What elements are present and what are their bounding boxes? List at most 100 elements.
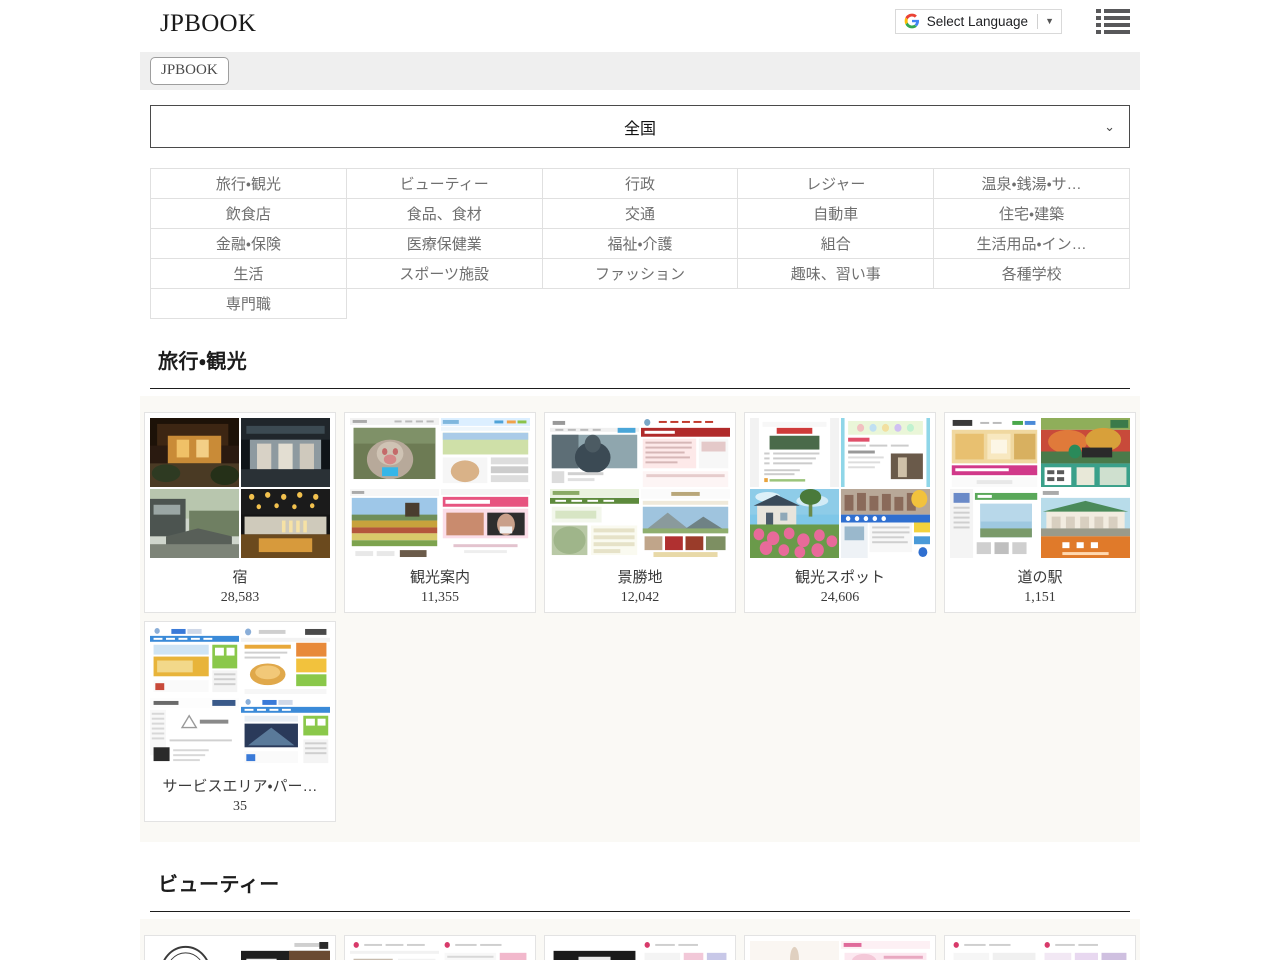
section-travel: 旅行・観光: [140, 345, 1140, 842]
category-cell[interactable]: 組合: [738, 229, 934, 259]
card-label: 景勝地: [617, 566, 662, 587]
category-cell[interactable]: レジャー: [738, 169, 934, 199]
site-header: JPBOOK Select Language ▼: [0, 0, 1280, 42]
category-cell-empty: [934, 289, 1130, 319]
category-cell[interactable]: 医療保健業: [346, 229, 542, 259]
screenshot-beauty-catalog-site: [641, 941, 730, 960]
category-cell[interactable]: 行政: [542, 169, 738, 199]
main-content: 全国 ⌄ 旅行・観光 ビューティー 行政 レジャー 温泉・銭湯・サ… 飲食店 食…: [140, 90, 1140, 960]
screenshot-product-site: [950, 418, 1039, 487]
list-item[interactable]: [944, 935, 1136, 960]
category-cell-empty: [346, 289, 542, 319]
category-cell[interactable]: 住宅・建築: [934, 199, 1130, 229]
page-title: 旅行・観光: [158, 351, 247, 373]
screenshot-pink-shop-site: [441, 941, 530, 960]
list-item[interactable]: 観光案内 11,355: [344, 412, 536, 613]
screenshot-sapa-site-1: [150, 627, 239, 696]
card-count: 35: [233, 799, 247, 815]
thumbnail-tile: [950, 418, 1039, 487]
category-cell[interactable]: 交通: [542, 199, 738, 229]
table-row: 飲食店 食品、食材 交通 自動車 住宅・建築: [151, 199, 1130, 229]
list-item[interactable]: 観光スポット 24,606: [744, 412, 936, 613]
category-cell[interactable]: 食品、食材: [346, 199, 542, 229]
thumbnail-tile: [641, 418, 730, 487]
card-count: 1,151: [1024, 590, 1056, 606]
category-cell[interactable]: 生活用品・イン…: [934, 229, 1130, 259]
breadcrumb-item-jpbook[interactable]: JPBOOK: [150, 57, 229, 85]
thumbnail-tile: [1041, 489, 1130, 558]
category-cell[interactable]: 金融・保険: [151, 229, 347, 259]
card-count: 12,042: [621, 590, 660, 606]
category-cell[interactable]: ビューティー: [346, 169, 542, 199]
thumbnail-tile: [641, 489, 730, 558]
card-label: 道の駅: [1017, 566, 1062, 587]
screenshot-black-header-salon: [550, 941, 639, 960]
google-translate-widget[interactable]: Select Language ▼: [895, 9, 1062, 34]
list-item[interactable]: [744, 935, 936, 960]
chevron-down-icon[interactable]: ▼: [1045, 17, 1054, 26]
screenshot-fashion-models-site: [350, 941, 439, 960]
category-cell[interactable]: 福祉・介護: [542, 229, 738, 259]
category-cell[interactable]: 専門職: [151, 289, 347, 319]
card-label: サービスエリア・パー…: [162, 775, 317, 796]
section-header: 旅行・観光: [150, 345, 1130, 389]
table-row: 旅行・観光 ビューティー 行政 レジャー 温泉・銭湯・サ…: [151, 169, 1130, 199]
list-item[interactable]: サービスエリア・パー… 35: [144, 621, 336, 822]
chevron-down-icon: ⌄: [1104, 119, 1115, 135]
category-cell[interactable]: 温泉・銭湯・サ…: [934, 169, 1130, 199]
site-logo[interactable]: JPBOOK: [160, 11, 256, 36]
list-item[interactable]: 宿 28,583: [144, 412, 336, 613]
card-count: 28,583: [221, 590, 260, 606]
screenshot-pink-beauty-site: [841, 941, 930, 960]
region-select[interactable]: 全国 ⌄: [150, 105, 1130, 148]
screenshot-uenomura-site: [1041, 418, 1130, 487]
page-root: JPBOOK Select Language ▼: [0, 0, 1280, 960]
screenshot-sapa-site-2: [241, 698, 330, 767]
breadcrumb: JPBOOK: [140, 52, 1140, 90]
translate-divider: [1037, 14, 1038, 29]
thumbnail-collage: [350, 941, 530, 960]
category-cell[interactable]: 旅行・観光: [151, 169, 347, 199]
screenshot-salon-dark-site: [241, 941, 330, 960]
thumbnail-collage: 1971: [150, 941, 330, 960]
thumbnail-tile: [950, 489, 1039, 558]
category-cell[interactable]: スポーツ施設: [346, 259, 542, 289]
table-row: 金融・保険 医療保健業 福祉・介護 組合 生活用品・イン…: [151, 229, 1130, 259]
list-item[interactable]: 1971: [144, 935, 336, 960]
thumbnail-tile: [841, 418, 930, 487]
category-cell[interactable]: 趣味、習い事: [738, 259, 934, 289]
category-cell[interactable]: 自動車: [738, 199, 934, 229]
category-cell[interactable]: 生活: [151, 259, 347, 289]
thumbnail-collage: [150, 627, 330, 767]
thumbnail-tile: [441, 418, 530, 487]
thumbnail-tile: [441, 941, 530, 960]
thumbnail-tile: [241, 489, 330, 558]
header-right-tools: Select Language ▼: [895, 8, 1130, 34]
section-header: ビューティー: [150, 868, 1130, 912]
screenshot-interview-site: [550, 418, 639, 487]
list-item[interactable]: 景勝地 12,042: [544, 412, 736, 613]
list-item[interactable]: 道の駅 1,151: [944, 412, 1136, 613]
thumbnail-tile: [550, 418, 639, 487]
card-grid: 1971: [140, 919, 1140, 960]
google-g-icon: [904, 13, 920, 29]
thumbnail-tile: [241, 418, 330, 487]
card-label: 宿: [232, 566, 247, 587]
thumbnail-collage: [950, 941, 1130, 960]
thumbnail-tile: [550, 489, 639, 558]
table-row: 専門職: [151, 289, 1130, 319]
category-cell[interactable]: ファッション: [542, 259, 738, 289]
screenshot-green-local-site: [550, 489, 639, 558]
thumbnail-tile: [641, 941, 730, 960]
screenshot-michinoeki-guide: [950, 489, 1039, 558]
category-cell[interactable]: 各種学校: [934, 259, 1130, 289]
category-cell[interactable]: 飲食店: [151, 199, 347, 229]
list-menu-icon[interactable]: [1096, 8, 1130, 34]
list-item[interactable]: [544, 935, 736, 960]
thumbnail-collage: [550, 418, 730, 558]
screenshot-mountain-gallery-site: [641, 489, 730, 558]
thumbnail-tile: [1041, 418, 1130, 487]
screenshot-glory-japan-site: [150, 698, 239, 767]
card-label: 観光スポット: [795, 566, 885, 587]
list-item[interactable]: [344, 935, 536, 960]
